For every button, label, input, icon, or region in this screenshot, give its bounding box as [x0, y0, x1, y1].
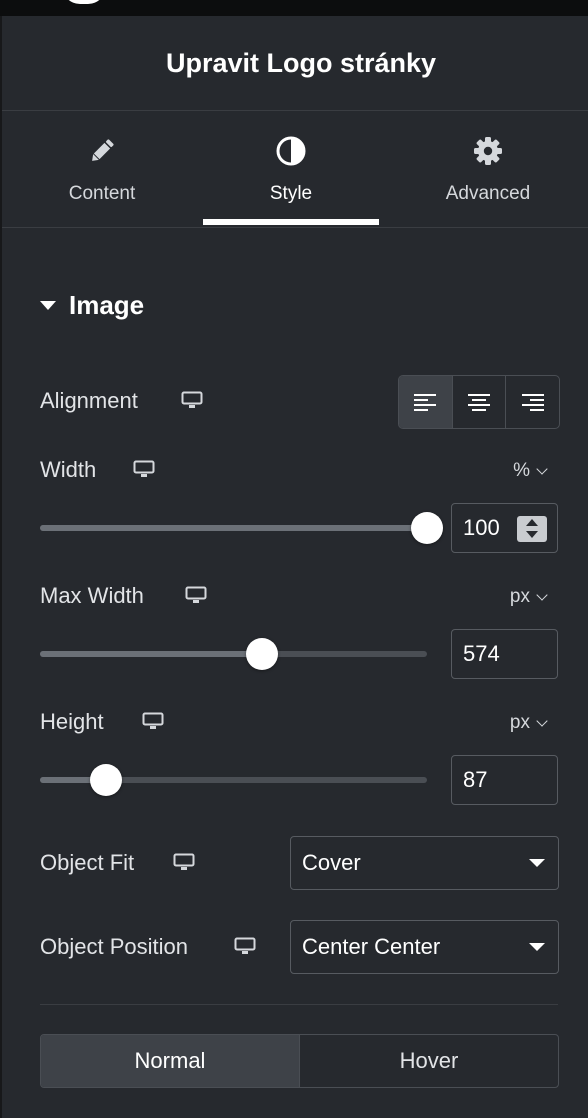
width-value: 100 — [463, 515, 500, 540]
width-input[interactable]: 100 — [451, 503, 558, 553]
desktop-icon[interactable] — [185, 586, 207, 604]
hover-tab[interactable]: Hover — [299, 1035, 558, 1087]
tab-content[interactable]: Content — [2, 111, 202, 227]
alignment-label: Alignment — [40, 388, 138, 413]
spinner-down-icon — [526, 531, 538, 538]
tab-content-label: Content — [68, 183, 136, 204]
desktop-icon[interactable] — [142, 712, 164, 730]
max-width-slider-fill — [40, 651, 263, 657]
height-label: Height — [40, 709, 104, 734]
align-right-button[interactable] — [506, 376, 559, 428]
state-toggle: Normal Hover — [40, 1034, 559, 1088]
align-center-button[interactable] — [453, 376, 507, 428]
align-left-icon — [414, 394, 437, 411]
gear-icon — [474, 137, 502, 165]
contrast-icon — [276, 136, 306, 166]
active-tab-indicator — [203, 219, 379, 225]
max-width-value: 574 — [463, 641, 500, 666]
width-unit-select[interactable]: % — [513, 460, 548, 482]
width-slider[interactable] — [40, 512, 443, 544]
object-fit-select[interactable]: Cover — [290, 836, 559, 890]
desktop-icon[interactable] — [181, 391, 203, 409]
tab-style[interactable]: Style — [203, 111, 379, 227]
max-width-unit-select[interactable]: px — [509, 586, 548, 608]
desktop-icon[interactable] — [133, 460, 155, 478]
caret-down-icon — [40, 301, 56, 310]
height-unit-select[interactable]: px — [509, 712, 548, 734]
max-width-slider[interactable] — [40, 638, 427, 670]
height-slider-handle[interactable] — [89, 764, 122, 796]
logo-icon — [62, 0, 106, 4]
section-image-toggle[interactable]: Image — [40, 290, 144, 321]
width-slider-fill — [40, 525, 427, 531]
tab-style-label: Style — [269, 183, 313, 204]
chevron-down-icon — [536, 715, 548, 727]
tab-advanced-label: Advanced — [445, 183, 531, 204]
spinner-up-icon — [526, 519, 538, 526]
dropdown-arrow-icon — [529, 859, 545, 867]
max-width-label: Max Width — [40, 583, 144, 608]
height-slider[interactable] — [40, 764, 427, 796]
object-position-value: Center Center — [302, 934, 441, 959]
chevron-down-icon — [536, 589, 548, 601]
object-fit-value: Cover — [302, 850, 361, 875]
chevron-down-icon — [536, 463, 548, 475]
panel-header: Upravit Logo stránky — [2, 16, 588, 111]
align-center-icon — [468, 394, 490, 411]
object-position-label: Object Position — [40, 934, 188, 959]
desktop-icon[interactable] — [234, 937, 256, 955]
number-spinner[interactable] — [517, 516, 547, 542]
height-unit: px — [509, 712, 530, 733]
object-position-select[interactable]: Center Center — [290, 920, 559, 974]
width-label: Width — [40, 457, 97, 482]
height-input[interactable]: 87 — [451, 755, 558, 805]
top-bar — [0, 0, 588, 16]
divider — [40, 1004, 558, 1005]
object-fit-label: Object Fit — [40, 850, 135, 875]
desktop-icon[interactable] — [173, 853, 195, 871]
align-left-button[interactable] — [399, 376, 453, 428]
alignment-control — [398, 375, 560, 429]
tab-bar: Content Style Advanced — [2, 111, 588, 228]
align-right-icon — [521, 394, 544, 411]
page-title: Upravit Logo stránky — [165, 48, 437, 78]
max-width-input[interactable]: 574 — [451, 629, 558, 679]
pencil-icon — [92, 139, 114, 161]
width-slider-handle[interactable] — [411, 512, 443, 544]
section-title: Image — [69, 290, 145, 320]
max-width-slider-handle[interactable] — [246, 638, 279, 670]
max-width-unit: px — [509, 586, 530, 607]
tab-advanced[interactable]: Advanced — [388, 111, 588, 227]
dropdown-arrow-icon — [529, 943, 545, 951]
normal-tab[interactable]: Normal — [41, 1035, 299, 1087]
height-value: 87 — [463, 767, 488, 792]
width-unit: % — [513, 460, 530, 481]
